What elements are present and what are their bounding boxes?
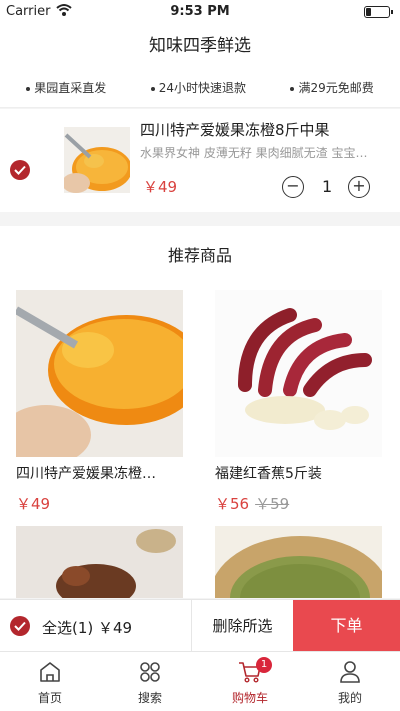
feature-item: 24小时快速退款 xyxy=(150,79,246,96)
tab-label: 首页 xyxy=(37,691,62,705)
product-card[interactable]: 四川特产爱媛果冻橙… ￥49 xyxy=(16,290,183,514)
battery-icon xyxy=(364,6,393,18)
quantity-value: 1 xyxy=(322,177,333,196)
feature-item: 果园直采直发 xyxy=(26,79,106,96)
recommend-title: 推荐商品 xyxy=(0,226,400,286)
checkout-bar: 全选(1) ￥49 删除所选 下单 xyxy=(0,599,400,652)
product-image[interactable] xyxy=(215,290,382,457)
tab-search[interactable]: 搜索 xyxy=(100,652,200,711)
select-all-check-icon[interactable] xyxy=(10,616,30,636)
tab-profile[interactable]: 我的 xyxy=(300,652,400,711)
home-icon xyxy=(40,662,60,682)
product-price: ￥56 xyxy=(215,495,250,513)
product-image[interactable] xyxy=(16,290,183,457)
product-price: ￥49 xyxy=(16,495,51,513)
tab-label: 购物车 xyxy=(231,691,268,705)
clock: 9:53 PM xyxy=(170,4,230,19)
product-card[interactable]: 福建红香蕉5斤装 ￥56 ￥59 xyxy=(215,290,382,514)
delete-selected-button[interactable]: 删除所选 xyxy=(191,600,293,652)
product-image[interactable] xyxy=(16,526,183,598)
place-order-button[interactable]: 下单 xyxy=(293,600,400,652)
page-title: 知味四季鲜选 xyxy=(0,24,400,68)
recommend-grid: 四川特产爱媛果冻橙… ￥49 福建红香蕉5斤装 ￥56 ￥59 xyxy=(0,286,400,598)
product-thumbnail[interactable] xyxy=(64,127,130,193)
cart-item: 四川特产爱媛果冻橙8斤中果 水果界女神 皮薄无籽 果肉细腻无渣 宝宝… ￥49 xyxy=(0,109,400,212)
product-card[interactable] xyxy=(16,526,183,598)
item-check-icon[interactable] xyxy=(10,160,30,180)
item-name[interactable]: 四川特产爱媛果冻橙8斤中果 xyxy=(140,119,390,140)
service-features: 果园直采直发 24小时快速退款 满29元免邮费 xyxy=(0,68,400,108)
feature-item: 满29元免邮费 xyxy=(290,79,374,96)
plus-button[interactable]: + xyxy=(348,176,370,198)
minus-button[interactable]: − xyxy=(282,176,304,198)
item-description: 水果界女神 皮薄无籽 果肉细腻无渣 宝宝… xyxy=(140,146,368,160)
grid-icon xyxy=(140,662,160,682)
item-price: ￥49 xyxy=(143,178,178,196)
product-name[interactable]: 福建红香蕉5斤装 xyxy=(215,463,382,483)
tab-label: 搜索 xyxy=(137,691,162,705)
tab-home[interactable]: 首页 xyxy=(0,652,100,711)
product-card[interactable] xyxy=(215,526,382,598)
product-original-price: ￥59 xyxy=(255,495,290,513)
status-bar: Carrier 9:53 PM xyxy=(0,0,400,24)
product-image[interactable] xyxy=(215,526,382,598)
tab-label: 我的 xyxy=(337,691,362,705)
select-all-label[interactable]: 全选(1) ￥49 xyxy=(42,617,132,638)
product-name[interactable]: 四川特产爱媛果冻橙… xyxy=(16,463,183,483)
tab-cart[interactable]: 1 购物车 xyxy=(200,652,300,711)
cart-badge: 1 xyxy=(256,657,272,673)
user-icon xyxy=(340,661,360,683)
tab-bar: 首页 搜索 1 购物车 我的 xyxy=(0,651,400,711)
